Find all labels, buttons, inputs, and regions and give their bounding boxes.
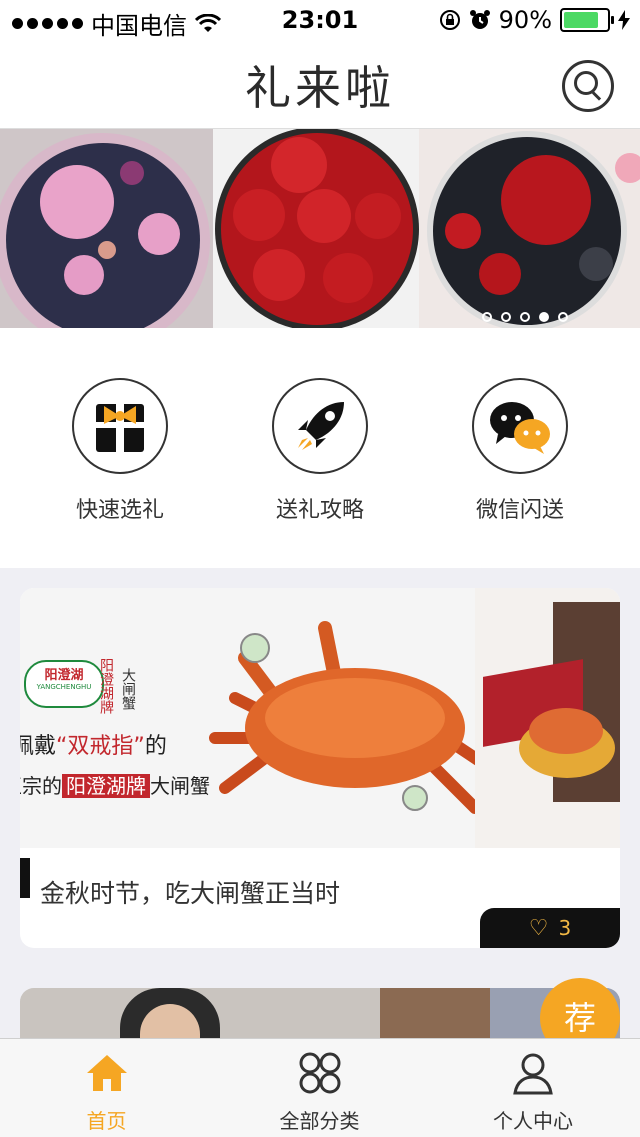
wechat-icon [490, 402, 550, 454]
banner-slide-pink-roses[interactable] [0, 129, 213, 328]
status-bar: 中国电信 23:01 90% [0, 0, 640, 40]
heart-icon: ♡ [528, 915, 549, 941]
tab-profile[interactable]: 个人中心 [426, 1049, 640, 1134]
banner-slide-red-black-roses[interactable] [419, 129, 640, 328]
promo-line-1: 佩戴“双戒指”的 [20, 734, 167, 759]
tab-all-categories-label: 全部分类 [279, 1109, 360, 1133]
vertical-brand-text: 阳澄湖牌 [98, 658, 114, 714]
promo-line-2: 正宗的阳澄湖牌大闸蟹 [20, 774, 210, 798]
article-card[interactable]: 阳澄湖 YANGCHENGHU 阳澄湖牌 大闸蟹 佩戴“双戒指”的 正宗的阳澄湖… [20, 588, 620, 948]
wechat-delivery-label: 微信闪送 [475, 498, 564, 523]
quick-select-gift-label: 快速选礼 [75, 498, 164, 523]
tab-bar: 首页 全部分类 个人中心 [0, 1038, 640, 1137]
gift-guide-label: 送礼攻略 [275, 498, 364, 523]
article-feed[interactable]: 阳澄湖 YANGCHENGHU 阳澄湖牌 大闸蟹 佩戴“双戒指”的 正宗的阳澄湖… [0, 568, 640, 1038]
carousel-dot[interactable] [558, 312, 568, 322]
wechat-delivery-button[interactable]: 微信闪送 [440, 378, 600, 524]
charging-icon [618, 10, 630, 30]
carousel-dot[interactable] [482, 312, 492, 322]
search-button[interactable] [562, 60, 614, 112]
orientation-lock-icon [439, 10, 460, 30]
home-icon [83, 1049, 131, 1097]
quick-select-gift-button[interactable]: 快速选礼 [40, 378, 200, 524]
gift-guide-button[interactable]: 送礼攻略 [240, 378, 400, 524]
article-card-next[interactable] [20, 988, 620, 1038]
user-icon [509, 1049, 557, 1097]
like-button[interactable]: ♡ 3 [480, 908, 620, 948]
status-right: 90% [439, 6, 630, 34]
gift-icon [96, 404, 144, 452]
banner-carousel[interactable] [0, 129, 640, 328]
crab-illustration [209, 621, 495, 814]
grid-icon [296, 1049, 344, 1097]
recommend-button[interactable]: 荐 [540, 978, 620, 1038]
quick-actions: 快速选礼 送礼攻略 微信闪送 [0, 328, 640, 568]
tab-home-label: 首页 [86, 1109, 127, 1133]
carousel-page-indicator[interactable] [482, 312, 568, 322]
app-header: 礼来啦 [0, 40, 640, 129]
like-count: 3 [558, 916, 572, 940]
tab-home[interactable]: 首页 [0, 1049, 213, 1134]
battery-icon [560, 8, 614, 32]
article-image[interactable]: 阳澄湖 YANGCHENGHU 阳澄湖牌 大闸蟹 佩戴“双戒指”的 正宗的阳澄湖… [20, 588, 620, 848]
battery-percent: 90% [498, 6, 552, 34]
carousel-dot[interactable] [501, 312, 511, 322]
tab-profile-label: 个人中心 [493, 1109, 573, 1133]
rocket-icon [298, 402, 344, 450]
vertical-crab-text: 大闸蟹 [120, 668, 136, 710]
carousel-dot[interactable] [520, 312, 530, 322]
alarm-icon [469, 10, 490, 29]
brand-logo: 阳澄湖 YANGCHENGHU [24, 660, 104, 708]
gift-box-image [475, 588, 620, 848]
carousel-dot[interactable] [539, 312, 549, 322]
app-logo: 礼来啦 [245, 61, 395, 115]
banner-slide-red-roses[interactable] [213, 129, 419, 328]
tab-all-categories[interactable]: 全部分类 [213, 1049, 426, 1134]
title-accent-bar [20, 858, 30, 898]
article-title[interactable]: 金秋时节，吃大闸蟹正当时 [40, 874, 340, 910]
